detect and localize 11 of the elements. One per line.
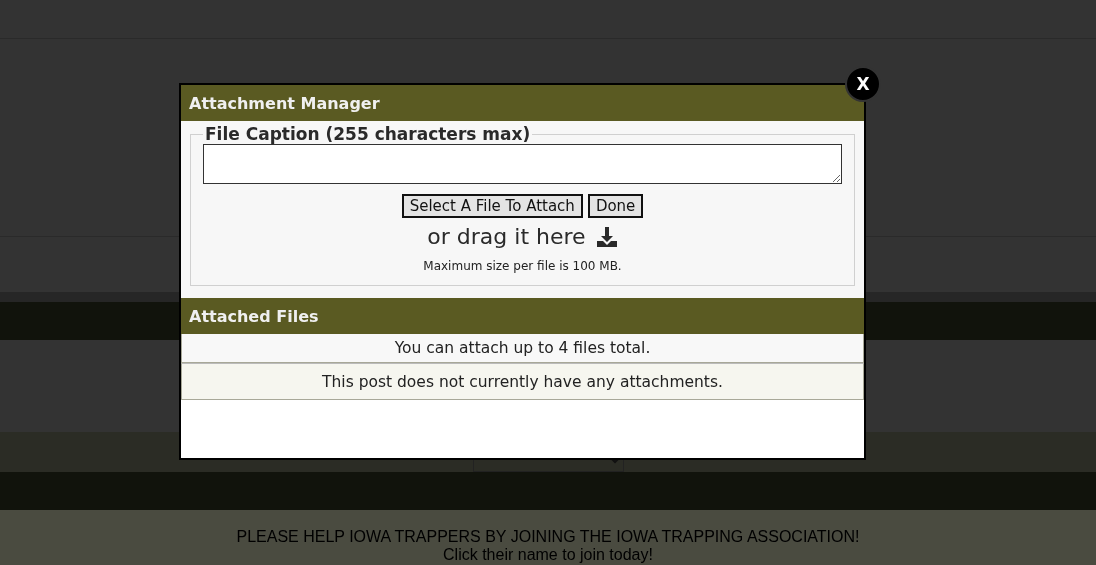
attachments-info: This post does not currently have any attachments. [181, 363, 864, 400]
caption-legend: File Caption (255 characters max) [203, 124, 533, 144]
attachments-info: You can attach up to 4 files total. [181, 334, 864, 363]
select-file-button[interactable]: Select A File To Attach [401, 194, 583, 218]
caption-field[interactable] [203, 144, 842, 184]
banner-text: PLEASE HELP IOWA TRAPPERS BY JOINING THE IOWA TRAPPING ASSOCIATION! [236, 528, 860, 546]
attached-files-header: Attached Files [181, 298, 864, 334]
done-button[interactable]: Done [587, 194, 644, 218]
max-size-note: Maximum size per file is 100 MB. [423, 259, 622, 273]
drag-text: or drag it here [427, 224, 586, 249]
download-icon [595, 225, 618, 248]
